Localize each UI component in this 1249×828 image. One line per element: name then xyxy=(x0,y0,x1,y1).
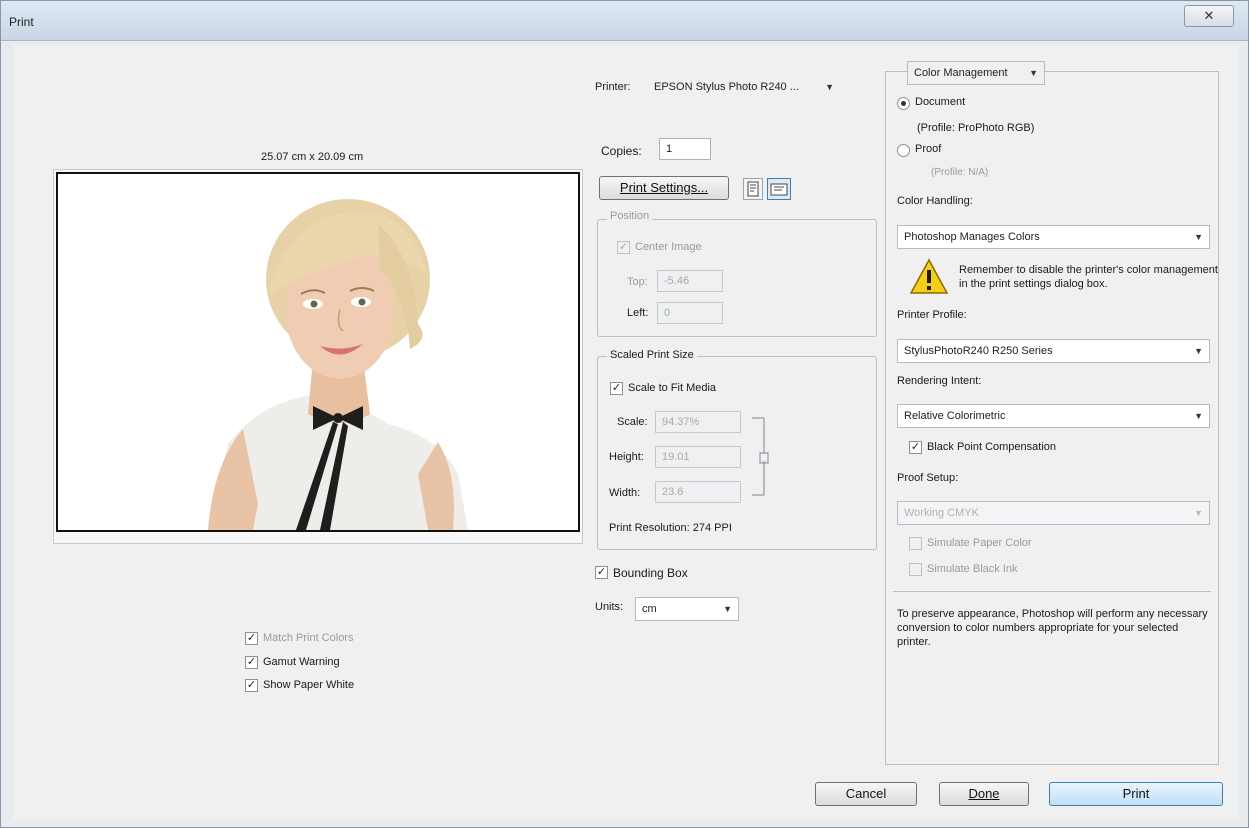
scale-to-fit-label: Scale to Fit Media xyxy=(628,382,717,394)
printer-profile-value: StylusPhotoR240 R250 Series xyxy=(904,345,1053,357)
simulate-paper-color-checkbox[interactable] xyxy=(909,537,922,550)
description-text: To preserve appearance, Photoshop will p… xyxy=(897,608,1208,648)
units-value: cm xyxy=(642,603,657,615)
chevron-down-icon: ▼ xyxy=(1194,232,1203,242)
bounding-box-checkbox[interactable]: ✓ xyxy=(595,566,608,579)
units-label: Units: xyxy=(595,601,624,613)
print-settings-button[interactable]: Print Settings... xyxy=(599,176,729,200)
simulate-black-ink-label: Simulate Black Ink xyxy=(927,563,1018,575)
simulate-black-ink-checkbox[interactable] xyxy=(909,563,922,576)
copies-input[interactable]: 1 xyxy=(659,138,711,160)
color-management-value: Color Management xyxy=(914,67,1008,79)
proof-radio[interactable] xyxy=(897,144,910,157)
center-image-label: Center Image xyxy=(635,241,702,253)
rendering-intent-label: Rendering Intent: xyxy=(897,375,982,387)
printer-profile-select[interactable]: StylusPhotoR240 R250 Series ▼ xyxy=(897,339,1210,363)
close-button[interactable]: ✕ xyxy=(1184,5,1234,27)
color-handling-select[interactable]: Photoshop Manages Colors ▼ xyxy=(897,225,1210,249)
black-point-compensation-checkbox[interactable]: ✓ xyxy=(909,441,922,454)
proof-label: Proof xyxy=(915,143,942,155)
scale-label: Scale: xyxy=(617,416,648,428)
rendering-intent-value: Relative Colorimetric xyxy=(904,410,1006,422)
portrait-photo xyxy=(58,174,578,530)
print-resolution-label: Print Resolution: 274 PPI xyxy=(609,522,732,534)
width-label: Width: xyxy=(609,487,641,499)
proof-setup-select[interactable]: Working CMYK ▼ xyxy=(897,501,1210,525)
center-image-checkbox[interactable]: ✓ xyxy=(617,241,630,254)
landscape-icon[interactable] xyxy=(767,178,791,200)
print-button[interactable]: Print xyxy=(1049,782,1223,806)
simulate-paper-color-label: Simulate Paper Color xyxy=(927,537,1032,549)
preview-dimensions-label: 25.07 cm x 20.09 cm xyxy=(261,151,364,163)
document-profile-label: (Profile: ProPhoto RGB) xyxy=(917,122,1035,134)
printer-select[interactable]: EPSON Stylus Photo R240 ... ▼ xyxy=(647,75,841,99)
match-print-colors-checkbox[interactable]: ✓ xyxy=(245,632,258,645)
scale-input[interactable]: 94.37% xyxy=(655,411,741,433)
rendering-intent-select[interactable]: Relative Colorimetric ▼ xyxy=(897,404,1210,428)
print-dialog: Print ✕ 25.07 cm x 20.09 cm ✓ Match Prin… xyxy=(0,0,1249,828)
black-point-compensation-label: Black Point Compensation xyxy=(927,441,1057,453)
window-title: Print xyxy=(9,15,34,29)
printer-label: Printer: xyxy=(595,81,631,93)
divider xyxy=(893,591,1211,592)
color-management-select[interactable]: Color Management ▼ xyxy=(907,61,1045,85)
proof-profile-label: (Profile: N/A) xyxy=(931,167,989,178)
match-print-colors-label: Match Print Colors xyxy=(263,632,354,644)
scale-to-fit-checkbox[interactable]: ✓ xyxy=(610,382,623,395)
show-paper-white-label: Show Paper White xyxy=(263,679,355,691)
height-label: Height: xyxy=(609,451,644,463)
document-radio[interactable] xyxy=(897,97,910,110)
chevron-down-icon: ▼ xyxy=(1029,68,1038,78)
chevron-down-icon: ▼ xyxy=(1194,508,1203,518)
left-label: Left: xyxy=(627,307,649,319)
left-input[interactable]: 0 xyxy=(657,302,723,324)
warning-icon xyxy=(909,258,949,294)
warning-text: Remember to disable the printer's color … xyxy=(959,264,1218,290)
done-button[interactable]: Done xyxy=(939,782,1029,806)
units-select[interactable]: cm ▼ xyxy=(635,597,739,621)
show-paper-white-checkbox[interactable]: ✓ xyxy=(245,679,258,692)
close-icon: ✕ xyxy=(1203,8,1215,23)
portrait-icon[interactable] xyxy=(743,178,763,200)
printer-value: EPSON Stylus Photo R240 ... xyxy=(654,81,799,93)
print-preview[interactable] xyxy=(53,169,583,544)
link-icon xyxy=(752,417,769,496)
color-handling-value: Photoshop Manages Colors xyxy=(904,231,1040,243)
preview-paper xyxy=(56,172,580,532)
gamut-warning-label: Gamut Warning xyxy=(263,656,340,668)
chevron-down-icon: ▼ xyxy=(723,604,732,614)
document-label: Document xyxy=(915,96,966,108)
scaled-print-size-legend: Scaled Print Size xyxy=(607,349,697,361)
printer-profile-label: Printer Profile: xyxy=(897,309,967,321)
title-bar: Print ✕ xyxy=(1,1,1248,41)
proof-setup-label: Proof Setup: xyxy=(897,472,959,484)
top-input[interactable]: -5.46 xyxy=(657,270,723,292)
position-legend: Position xyxy=(607,210,653,222)
copies-label: Copies: xyxy=(601,144,642,158)
chevron-down-icon: ▼ xyxy=(1194,411,1203,421)
chevron-down-icon: ▼ xyxy=(825,82,834,92)
width-input[interactable]: 23.6 xyxy=(655,481,741,503)
gamut-warning-checkbox[interactable]: ✓ xyxy=(245,656,258,669)
chevron-down-icon: ▼ xyxy=(1194,346,1203,356)
height-input[interactable]: 19.01 xyxy=(655,446,741,468)
top-label: Top: xyxy=(627,276,648,288)
cancel-button[interactable]: Cancel xyxy=(815,782,917,806)
bounding-box-label: Bounding Box xyxy=(613,566,688,580)
proof-setup-value: Working CMYK xyxy=(904,507,979,519)
dialog-body: 25.07 cm x 20.09 cm ✓ Match Print Colors… xyxy=(13,45,1238,819)
color-handling-label: Color Handling: xyxy=(897,195,973,207)
